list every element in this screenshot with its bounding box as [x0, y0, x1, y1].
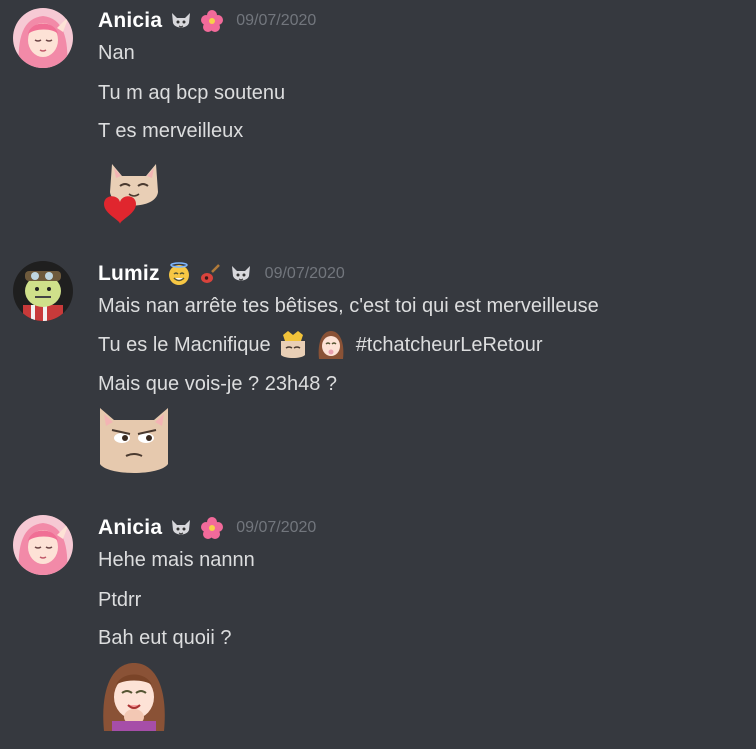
- hibiscus-emoji-icon: [200, 516, 224, 540]
- green-face-hat-avatar-icon: [13, 261, 73, 321]
- message-text: Ptdrr: [98, 589, 142, 611]
- timestamp: 09/07/2020: [236, 12, 317, 29]
- username[interactable]: Lumiz: [98, 262, 160, 286]
- username[interactable]: Anicia: [98, 516, 162, 540]
- message-text: Bah eut quoii ?: [98, 627, 232, 649]
- message-text: Hehe mais nannn: [98, 549, 255, 571]
- timestamp: 09/07/2020: [236, 519, 317, 536]
- avatar[interactable]: [13, 8, 73, 68]
- message-header: Lumiz 09/07/2020: [98, 259, 345, 289]
- username[interactable]: Anicia: [98, 9, 162, 33]
- hibiscus-emoji-icon: [200, 9, 224, 33]
- message-group: Anicia 09/07/2020: [0, 0, 756, 240]
- message-header: Anicia 09/07/2020: [98, 513, 316, 543]
- avatar[interactable]: [13, 515, 73, 575]
- laughing-girl-icon: [103, 663, 165, 731]
- cat-crown-emoji-icon: [277, 329, 309, 361]
- cat-heart-icon: [104, 164, 158, 224]
- avatar[interactable]: [13, 261, 73, 321]
- message-text: Mais nan arrête tes bêtises, c'est toi q…: [98, 295, 599, 317]
- message-text: Mais que vois-je ? 23h48 ?: [98, 373, 338, 395]
- message-text: Tu es le Macnifique #tchatcheurLeRetour: [98, 329, 543, 361]
- angel-smile-emoji-icon: [167, 262, 191, 286]
- laughing-girl-sticker[interactable]: [98, 659, 170, 731]
- wolf-emoji-icon: [169, 516, 193, 540]
- wolf-emoji-icon: [229, 262, 253, 286]
- pink-hair-girl-avatar-icon: [13, 8, 73, 68]
- timestamp: 09/07/2020: [264, 265, 345, 282]
- message-group: Lumiz 09/07/2020 Mais nan arrête tes bêt…: [0, 253, 756, 493]
- message-group: Anicia 09/07/2020: [0, 507, 756, 749]
- message-text: Tu m aq bcp soutenu: [98, 82, 286, 104]
- wolf-emoji-icon: [169, 9, 193, 33]
- laughing-girl-emoji-icon: [315, 329, 347, 361]
- suspicious-cat-sticker[interactable]: [98, 404, 170, 476]
- chat-messages: Anicia 09/07/2020 Nan Tu m aq bcp souten…: [0, 0, 756, 749]
- pink-hair-girl-avatar-icon: [13, 515, 73, 575]
- message-text: T es merveilleux: [98, 120, 244, 142]
- guitar-emoji-icon: [198, 262, 222, 286]
- message-text-part: Tu es le Macnifique: [98, 334, 271, 356]
- hashtag-text: #tchatcheurLeRetour: [355, 334, 543, 356]
- cat-holding-heart-sticker[interactable]: [98, 152, 170, 224]
- message-text: Nan: [98, 42, 135, 64]
- message-header: Anicia 09/07/2020: [98, 6, 316, 36]
- suspicious-cat-icon: [100, 408, 168, 473]
